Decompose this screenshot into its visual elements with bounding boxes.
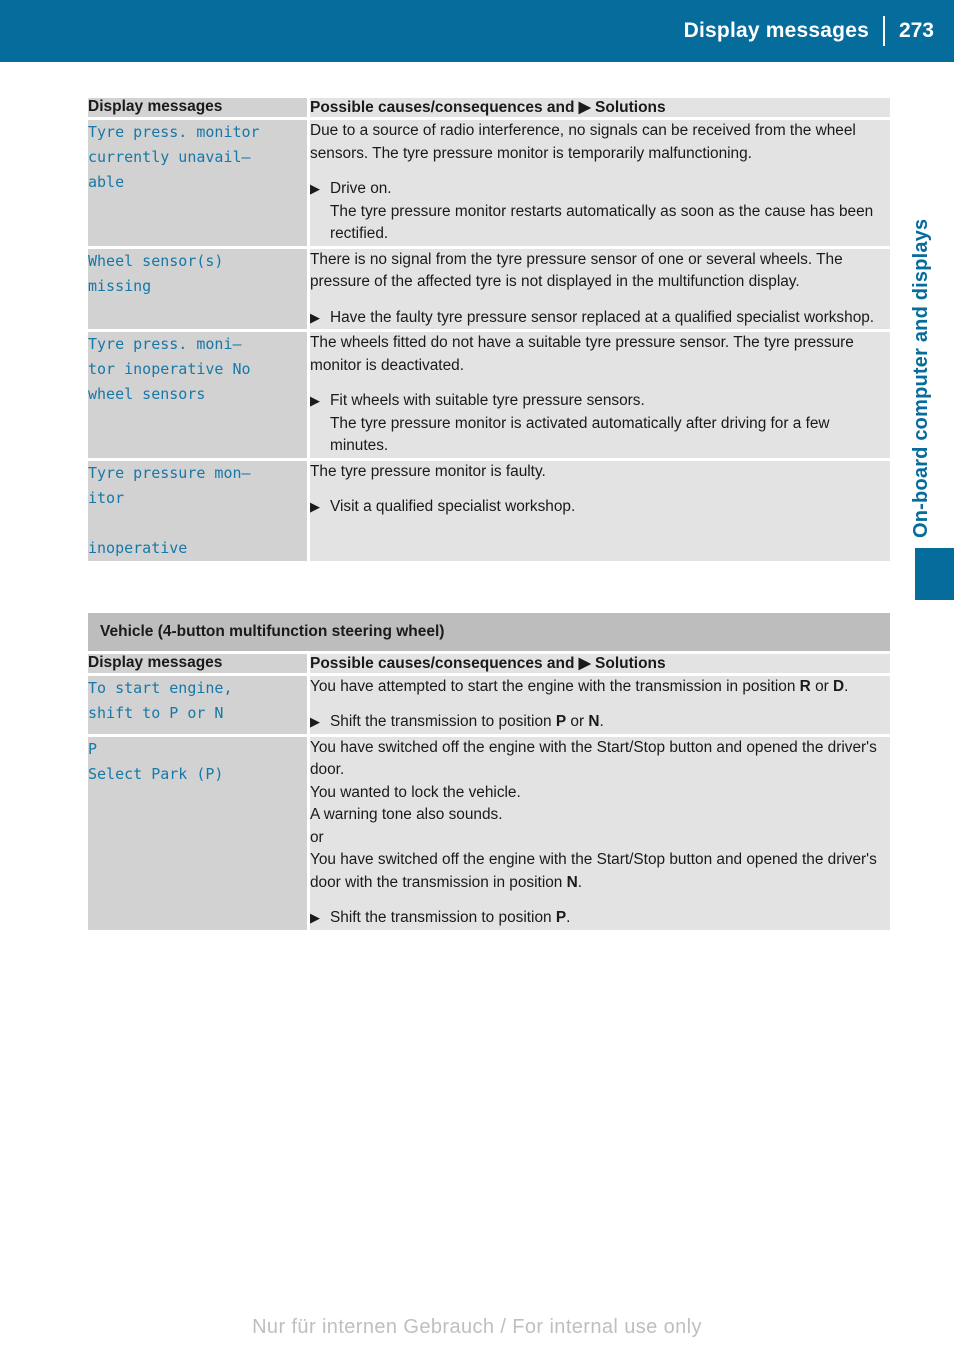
solution-triangle-icon: ▶ — [310, 393, 320, 408]
solution-marker-icon: ▶ — [578, 99, 591, 116]
solution-text: Fit wheels with suitable tyre pressure s… — [330, 392, 645, 409]
page-title: Display messages — [683, 19, 869, 42]
page-header-content: Display messages 273 — [684, 0, 954, 62]
display-message-text: Tyre press. moni– tor inoperative No whe… — [88, 332, 307, 458]
cause-solution-cell: Due to a source of radio interference, n… — [310, 120, 890, 246]
column-header-suffix: Solutions — [595, 99, 666, 116]
column-header-display-messages: Display messages — [88, 98, 307, 117]
table-row: Tyre pressure mon– itor inoperative The … — [88, 460, 890, 561]
display-message-text: Tyre pressure mon– itor inoperative — [88, 460, 307, 561]
solution-text: Have the faulty tyre pressure sensor rep… — [330, 308, 875, 326]
cause-paragraph: The tyre pressure monitor is faulty. — [310, 462, 546, 480]
column-header-suffix: Solutions — [595, 654, 666, 672]
solution-bullet: ▶ Shift the transmission to position P. — [310, 907, 890, 930]
display-message-text: P Select Park (P) — [88, 736, 307, 930]
display-message-text: Wheel sensor(s) missing — [88, 248, 307, 329]
cause-paragraph: You have attempted to start the engine w… — [310, 677, 849, 695]
solution-text: Shift the transmission to position P or … — [330, 713, 604, 730]
cause-paragraph: You have switched off the engine with th… — [310, 738, 877, 779]
solution-bullet: ▶ Drive on. The tyre pressure monitor re… — [310, 178, 890, 246]
cause-paragraph-or: or — [310, 828, 324, 846]
table-row: Tyre press. monitor currently unavail– a… — [88, 120, 890, 246]
cause-paragraph: You wanted to lock the vehicle. — [310, 783, 521, 801]
chapter-tab-marker — [915, 548, 954, 600]
solution-sub-text: The tyre pressure monitor restarts autom… — [330, 202, 874, 243]
solution-bullet: ▶ Have the faulty tyre pressure sensor r… — [310, 307, 890, 330]
table-row: P Select Park (P) You have switched off … — [88, 736, 890, 930]
solution-triangle-icon: ▶ — [310, 714, 320, 729]
table-header-row: Display messages Possible causes/consequ… — [88, 653, 890, 673]
solution-bullet: ▶ Fit wheels with suitable tyre pressure… — [310, 390, 890, 458]
cause-solution-cell: You have attempted to start the engine w… — [310, 675, 890, 734]
cause-paragraph: Due to a source of radio interference, n… — [310, 122, 856, 162]
cause-solution-cell: You have switched off the engine with th… — [310, 736, 890, 930]
table-row: To start engine, shift to P or N You hav… — [88, 675, 890, 734]
display-messages-table-1: Display messages Possible causes/consequ… — [88, 98, 890, 561]
page-number: 273 — [898, 19, 934, 42]
column-header-causes-solutions: Possible causes/consequences and ▶ Solut… — [310, 653, 890, 673]
cause-paragraph: There is no signal from the tyre pressur… — [310, 250, 843, 291]
footer-watermark: Nur für internen Gebrauch / For internal… — [252, 1316, 702, 1338]
cause-paragraph: You have switched off the engine with th… — [310, 851, 877, 891]
column-header-display-messages: Display messages — [88, 653, 307, 673]
table-row: Tyre press. moni– tor inoperative No whe… — [88, 332, 890, 458]
cause-solution-cell: There is no signal from the tyre pressur… — [310, 248, 890, 330]
column-header-prefix: Possible causes/consequences and — [310, 654, 575, 672]
display-message-text: Tyre press. monitor currently unavail– a… — [88, 120, 307, 246]
page-header-band: Display messages 273 — [0, 0, 954, 62]
solution-text: Drive on. — [330, 180, 392, 197]
solution-triangle-icon: ▶ — [310, 181, 320, 196]
cause-solution-cell: The wheels fitted do not have a suitable… — [310, 332, 890, 458]
column-header-causes-solutions: Possible causes/consequences and ▶ Solut… — [310, 98, 890, 117]
solution-marker-icon: ▶ — [578, 654, 591, 672]
display-messages-table-2: Display messages Possible causes/consequ… — [88, 653, 890, 930]
page-content: Display messages Possible causes/consequ… — [88, 98, 890, 930]
cause-paragraph: The wheels fitted do not have a suitable… — [310, 334, 854, 374]
column-header-prefix: Possible causes/consequences and — [310, 99, 575, 116]
solution-bullet: ▶ Shift the transmission to position P o… — [310, 711, 890, 734]
section-title-vehicle: Vehicle (4-button multifunction steering… — [88, 612, 890, 651]
display-message-text: To start engine, shift to P or N — [88, 675, 307, 734]
solution-triangle-icon: ▶ — [310, 910, 320, 925]
solution-triangle-icon: ▶ — [310, 499, 320, 514]
solution-sub-text: The tyre pressure monitor is activated a… — [330, 414, 830, 455]
solution-text: Visit a qualified specialist workshop. — [330, 498, 576, 515]
solution-bullet: ▶ Visit a qualified specialist workshop. — [310, 496, 890, 519]
solution-triangle-icon: ▶ — [310, 309, 320, 325]
solution-text: Shift the transmission to position P. — [330, 909, 571, 926]
chapter-side-label: On-board computer and displays — [910, 218, 932, 538]
cause-paragraph: A warning tone also sounds. — [310, 806, 503, 823]
table-spacer — [88, 561, 890, 613]
table-row: Wheel sensor(s) missing There is no sign… — [88, 248, 890, 330]
table-header-row: Display messages Possible causes/consequ… — [88, 98, 890, 117]
cause-solution-cell: The tyre pressure monitor is faulty. ▶ V… — [310, 460, 890, 561]
